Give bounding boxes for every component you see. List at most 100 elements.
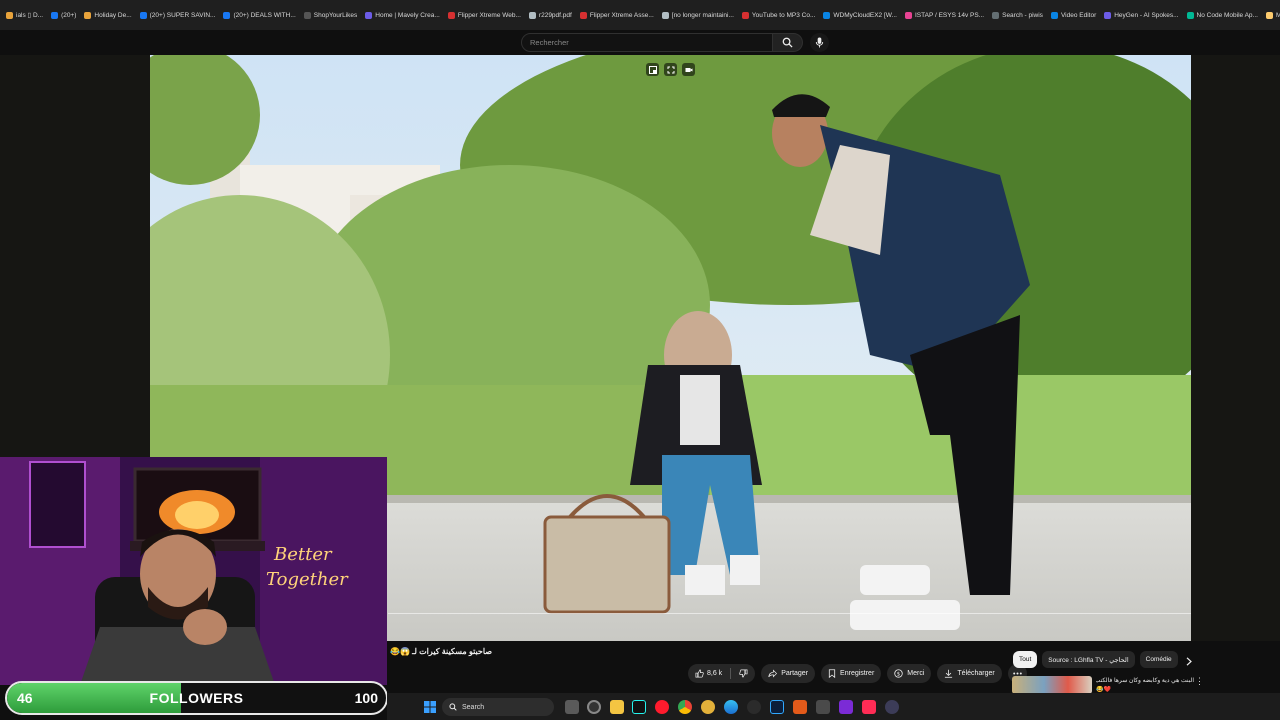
youtube-header: Rechercher xyxy=(0,30,1280,55)
bookmark-favicon-icon xyxy=(823,11,831,19)
filter-chip[interactable]: Comédie xyxy=(1139,651,1178,668)
bookmarks-bar: ials ▯ D... (20+) Holiday De... (20+) SUPER… xyxy=(0,0,1280,30)
video-progress-bar[interactable] xyxy=(388,613,1191,614)
video-actions: 8,6 k Partager Enregistrer $ Merci Téléc… xyxy=(688,664,1027,683)
recommended-menu-button[interactable]: ⋮ xyxy=(1195,676,1204,687)
bookmark-label: (20+) DEALS WITH... xyxy=(233,11,296,19)
bookmark-item[interactable]: (20+) DEALS WITH... xyxy=(219,0,299,30)
bookmark-favicon-icon xyxy=(1265,11,1273,19)
windows-start-icon[interactable] xyxy=(424,701,436,713)
bookmark-item[interactable]: HeyGen - AI Spokes... xyxy=(1100,0,1182,30)
bookmark-item[interactable]: Video Editor xyxy=(1047,0,1100,30)
bookmark-item[interactable]: r229pdf.pdf xyxy=(525,0,576,30)
app-icon-yellow[interactable] xyxy=(701,700,715,714)
screen: ials ▯ D... (20+) Holiday De... (20+) SUPER… xyxy=(0,0,1280,720)
recommended-title[interactable]: البنت هي دية وكابضه وكان سرها فالكتب xyxy=(1096,677,1194,684)
photoshop-icon[interactable] xyxy=(770,700,784,714)
bookmark-favicon-icon xyxy=(904,11,912,19)
taskbar-search-label: Search xyxy=(462,703,485,711)
bookmark-item[interactable]: Holiday De... xyxy=(80,0,135,30)
like-button[interactable]: 8,6 k xyxy=(695,669,722,678)
bookmark-favicon-icon xyxy=(661,11,669,19)
thanks-button[interactable]: $ Merci xyxy=(887,664,932,683)
app-icon-purple[interactable] xyxy=(839,700,853,714)
video-backdrop-right xyxy=(1191,55,1280,641)
bookmark-label: Search - piwis xyxy=(1002,11,1043,19)
bookmark-item[interactable]: (20+) SUPER SAVIN... xyxy=(136,0,220,30)
video-title: صاحبتو مسكينة كيرات لـ 😱😂 xyxy=(390,647,493,656)
bookmark-item[interactable]: WDMyCloudEX2 [W... xyxy=(819,0,901,30)
app-icon-circle[interactable] xyxy=(587,700,601,714)
miniplayer-button[interactable] xyxy=(646,63,659,76)
bookmark-label: MD5 File Checksum... xyxy=(1275,11,1280,19)
bookmark-item[interactable]: Flipper Xtreme Web... xyxy=(444,0,525,30)
voice-search-button[interactable] xyxy=(810,33,829,52)
tiktok-studio-icon[interactable] xyxy=(862,700,876,714)
share-label: Partager xyxy=(781,670,809,677)
app-icon-arrow[interactable] xyxy=(885,700,899,714)
theater-button[interactable] xyxy=(664,63,677,76)
tiktok-icon[interactable] xyxy=(632,700,646,714)
app-icon-dark[interactable] xyxy=(747,700,761,714)
bookmark-favicon-icon xyxy=(1104,11,1112,19)
bookmark-item[interactable]: ISTAP / ESYS 14v PS... xyxy=(901,0,988,30)
bookmark-item[interactable]: ShopYourLikes xyxy=(300,0,362,30)
search-button[interactable] xyxy=(773,33,803,52)
camera-button[interactable] xyxy=(682,63,695,76)
settings-icon[interactable] xyxy=(816,700,830,714)
taskbar-search[interactable]: Search xyxy=(442,698,554,716)
search-icon xyxy=(782,37,793,48)
chrome-icon[interactable] xyxy=(678,700,692,714)
edge-icon[interactable] xyxy=(724,700,738,714)
bookmark-item[interactable]: Home | Mavely Crea... xyxy=(361,0,444,30)
bookmark-favicon-icon xyxy=(447,11,455,19)
like-divider xyxy=(730,668,732,679)
opera-icon[interactable] xyxy=(655,700,669,714)
microphone-icon xyxy=(815,37,824,48)
bookmark-item[interactable]: [no longer maintaini... xyxy=(658,0,738,30)
filter-chip[interactable]: Source : LGhfla TV - الحاجي xyxy=(1042,651,1135,668)
bookmark-label: (20+) SUPER SAVIN... xyxy=(149,11,216,19)
followers-goal: 100 xyxy=(354,690,378,706)
save-button[interactable]: Enregistrer xyxy=(821,664,882,683)
recommended-emojis: 😂❤️ xyxy=(1096,687,1111,693)
bookmark-favicon-icon xyxy=(6,11,13,19)
svg-text:$: $ xyxy=(897,671,900,677)
bookmark-label: Flipper Xtreme Asse... xyxy=(589,11,654,19)
webcam-feed: Better Together xyxy=(0,457,387,685)
bookmark-favicon-icon xyxy=(139,11,147,19)
dislike-button[interactable] xyxy=(739,669,748,678)
file-explorer-icon[interactable] xyxy=(610,700,624,714)
task-view-icon[interactable] xyxy=(565,700,579,714)
bookmark-item[interactable]: YouTube to MP3 Co... xyxy=(738,0,819,30)
bookmark-item[interactable]: (20+) xyxy=(47,0,80,30)
bookmark-item[interactable]: MD5 File Checksum... xyxy=(1262,0,1280,30)
bookmark-item[interactable]: Search - piwis xyxy=(988,0,1047,30)
chevron-right-icon xyxy=(1186,656,1192,666)
bookmark-item[interactable]: Flipper Xtreme Asse... xyxy=(576,0,658,30)
bookmark-label: (20+) xyxy=(61,11,77,19)
bookmark-favicon-icon xyxy=(365,11,373,19)
bookmark-label: ShopYourLikes xyxy=(313,11,358,19)
webcam-overlay: Better Together xyxy=(0,457,387,685)
miniplayer-icon xyxy=(648,65,657,74)
download-label: Télécharger xyxy=(957,670,995,677)
recommended-thumbnail[interactable] xyxy=(1012,676,1092,694)
thumbs-down-icon xyxy=(739,669,748,678)
followers-goal-bar: 46 FOLLOWERS 100 xyxy=(5,681,388,715)
download-button[interactable]: Télécharger xyxy=(937,664,1002,683)
bookmark-icon xyxy=(828,669,836,678)
search-input[interactable]: Rechercher xyxy=(521,33,773,52)
bookmark-item[interactable]: No Code Mobile Ap... xyxy=(1183,0,1262,30)
share-icon xyxy=(768,669,778,678)
bookmark-label: No Code Mobile Ap... xyxy=(1196,11,1258,19)
share-button[interactable]: Partager xyxy=(761,664,816,683)
bookmark-favicon-icon xyxy=(992,11,1000,19)
app-icon-orange[interactable] xyxy=(793,700,807,714)
chips-next-button[interactable] xyxy=(1182,654,1196,668)
filter-chip[interactable]: Tout xyxy=(1013,651,1038,668)
bookmark-item[interactable]: ials ▯ D... xyxy=(2,0,47,30)
bookmark-label: Flipper Xtreme Web... xyxy=(457,11,521,19)
bookmark-favicon-icon xyxy=(223,11,231,19)
save-label: Enregistrer xyxy=(840,670,875,677)
